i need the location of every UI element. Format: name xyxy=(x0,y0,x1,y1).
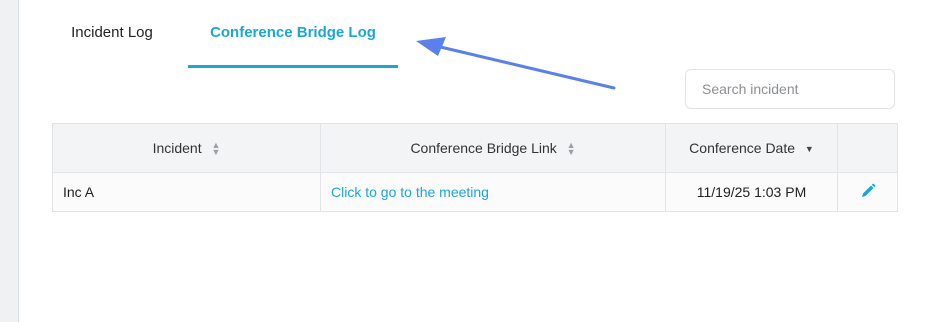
tab-conference-bridge-log[interactable]: Conference Bridge Log xyxy=(188,0,398,68)
column-header-link[interactable]: Conference Bridge Link ▲ ▼ xyxy=(320,123,666,173)
conference-bridge-table: Incident ▲ ▼ Conference Bridge Link ▲ ▼ Co… xyxy=(52,123,898,212)
search-input[interactable] xyxy=(685,69,895,109)
tab-conference-bridge-log-label: Conference Bridge Log xyxy=(210,24,376,41)
column-header-date-label: Conference Date xyxy=(689,140,796,156)
sort-icon[interactable]: ▲ ▼ xyxy=(567,141,576,157)
cell-date: 11/19/25 1:03 PM xyxy=(665,172,838,212)
tab-incident-log-label: Incident Log xyxy=(71,24,153,41)
tab-incident-log[interactable]: Incident Log xyxy=(51,0,173,68)
cell-actions xyxy=(837,172,898,212)
column-header-actions xyxy=(837,123,898,173)
sort-icon[interactable]: ▲ ▼ xyxy=(212,141,221,157)
cell-link: Click to go to the meeting xyxy=(320,172,666,212)
active-tab-indicator xyxy=(188,65,398,68)
sort-descending-icon[interactable]: ▼ xyxy=(805,144,814,154)
table-header-row: Incident ▲ ▼ Conference Bridge Link ▲ ▼ Co… xyxy=(52,123,898,173)
meeting-link[interactable]: Click to go to the meeting xyxy=(331,184,489,200)
column-header-incident[interactable]: Incident ▲ ▼ xyxy=(52,123,321,173)
cell-incident: Inc A xyxy=(52,172,321,212)
column-header-link-label: Conference Bridge Link xyxy=(410,139,557,156)
table-row: Inc A Click to go to the meeting 11/19/2… xyxy=(52,172,898,212)
column-header-incident-label: Incident xyxy=(152,139,202,156)
pencil-icon[interactable] xyxy=(860,183,876,202)
column-header-date[interactable]: Conference Date ▼ xyxy=(665,123,838,173)
main-panel: Incident Log Conference Bridge Log Incid… xyxy=(18,0,926,322)
tab-bar: Incident Log Conference Bridge Log xyxy=(19,0,439,70)
